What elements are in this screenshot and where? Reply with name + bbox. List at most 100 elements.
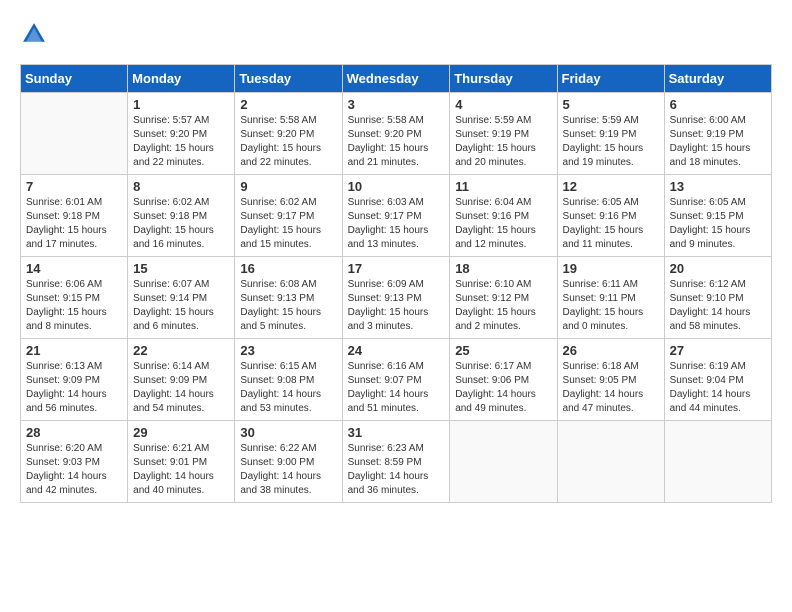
day-number: 17 xyxy=(348,261,445,276)
day-header-wednesday: Wednesday xyxy=(342,65,450,93)
day-number: 11 xyxy=(455,179,551,194)
calendar-cell: 10 Sunrise: 6:03 AM Sunset: 9:17 PM Dayli… xyxy=(342,175,450,257)
calendar-cell: 23 Sunrise: 6:15 AM Sunset: 9:08 PM Dayli… xyxy=(235,339,342,421)
calendar-cell: 20 Sunrise: 6:12 AM Sunset: 9:10 PM Dayli… xyxy=(664,257,771,339)
calendar-cell: 1 Sunrise: 5:57 AM Sunset: 9:20 PM Daylig… xyxy=(128,93,235,175)
day-info: Sunrise: 6:17 AM Sunset: 9:06 PM Dayligh… xyxy=(455,360,551,416)
calendar-cell: 25 Sunrise: 6:17 AM Sunset: 9:06 PM Dayli… xyxy=(450,339,557,421)
calendar-cell xyxy=(450,421,557,503)
calendar-cell: 13 Sunrise: 6:05 AM Sunset: 9:15 PM Dayli… xyxy=(664,175,771,257)
calendar-cell: 28 Sunrise: 6:20 AM Sunset: 9:03 PM Dayli… xyxy=(21,421,128,503)
day-info: Sunrise: 5:58 AM Sunset: 9:20 PM Dayligh… xyxy=(240,114,336,170)
day-number: 7 xyxy=(26,179,122,194)
day-info: Sunrise: 6:20 AM Sunset: 9:03 PM Dayligh… xyxy=(26,442,122,498)
calendar-week-4: 21Sunrise: 6:13 AM Sunset: 9:09 PM Dayli… xyxy=(21,339,772,421)
calendar-cell: 8 Sunrise: 6:02 AM Sunset: 9:18 PM Daylig… xyxy=(128,175,235,257)
calendar-cell: 5 Sunrise: 5:59 AM Sunset: 9:19 PM Daylig… xyxy=(557,93,664,175)
day-info: Sunrise: 5:57 AM Sunset: 9:20 PM Dayligh… xyxy=(133,114,229,170)
day-number: 1 xyxy=(133,97,229,112)
day-info: Sunrise: 6:13 AM Sunset: 9:09 PM Dayligh… xyxy=(26,360,122,416)
day-info: Sunrise: 6:05 AM Sunset: 9:15 PM Dayligh… xyxy=(670,196,766,252)
day-info: Sunrise: 6:06 AM Sunset: 9:15 PM Dayligh… xyxy=(26,278,122,334)
calendar-cell: 12 Sunrise: 6:05 AM Sunset: 9:16 PM Dayli… xyxy=(557,175,664,257)
logo xyxy=(20,20,52,48)
day-number: 19 xyxy=(563,261,659,276)
day-header-thursday: Thursday xyxy=(450,65,557,93)
day-info: Sunrise: 6:09 AM Sunset: 9:13 PM Dayligh… xyxy=(348,278,445,334)
day-number: 13 xyxy=(670,179,766,194)
day-number: 29 xyxy=(133,425,229,440)
calendar-cell xyxy=(21,93,128,175)
calendar-cell: 21Sunrise: 6:13 AM Sunset: 9:09 PM Dayli… xyxy=(21,339,128,421)
day-info: Sunrise: 6:14 AM Sunset: 9:09 PM Dayligh… xyxy=(133,360,229,416)
day-info: Sunrise: 6:03 AM Sunset: 9:17 PM Dayligh… xyxy=(348,196,445,252)
day-number: 6 xyxy=(670,97,766,112)
day-header-friday: Friday xyxy=(557,65,664,93)
day-info: Sunrise: 6:02 AM Sunset: 9:17 PM Dayligh… xyxy=(240,196,336,252)
day-number: 24 xyxy=(348,343,445,358)
day-header-sunday: Sunday xyxy=(21,65,128,93)
calendar-cell xyxy=(557,421,664,503)
page-header xyxy=(20,20,772,48)
calendar-table: SundayMondayTuesdayWednesdayThursdayFrid… xyxy=(20,64,772,503)
calendar-cell: 17 Sunrise: 6:09 AM Sunset: 9:13 PM Dayli… xyxy=(342,257,450,339)
day-number: 23 xyxy=(240,343,336,358)
calendar-cell: 29 Sunrise: 6:21 AM Sunset: 9:01 PM Dayli… xyxy=(128,421,235,503)
calendar-cell: 24 Sunrise: 6:16 AM Sunset: 9:07 PM Dayli… xyxy=(342,339,450,421)
day-info: Sunrise: 6:04 AM Sunset: 9:16 PM Dayligh… xyxy=(455,196,551,252)
day-number: 12 xyxy=(563,179,659,194)
day-number: 8 xyxy=(133,179,229,194)
calendar-cell: 15Sunrise: 6:07 AM Sunset: 9:14 PM Dayli… xyxy=(128,257,235,339)
day-number: 9 xyxy=(240,179,336,194)
day-number: 25 xyxy=(455,343,551,358)
day-info: Sunrise: 6:02 AM Sunset: 9:18 PM Dayligh… xyxy=(133,196,229,252)
day-info: Sunrise: 5:59 AM Sunset: 9:19 PM Dayligh… xyxy=(563,114,659,170)
calendar-cell: 4 Sunrise: 5:59 AM Sunset: 9:19 PM Daylig… xyxy=(450,93,557,175)
day-number: 2 xyxy=(240,97,336,112)
calendar-cell: 27Sunrise: 6:19 AM Sunset: 9:04 PM Dayli… xyxy=(664,339,771,421)
day-number: 30 xyxy=(240,425,336,440)
day-number: 28 xyxy=(26,425,122,440)
day-info: Sunrise: 6:18 AM Sunset: 9:05 PM Dayligh… xyxy=(563,360,659,416)
calendar-cell: 18 Sunrise: 6:10 AM Sunset: 9:12 PM Dayli… xyxy=(450,257,557,339)
day-info: Sunrise: 6:19 AM Sunset: 9:04 PM Dayligh… xyxy=(670,360,766,416)
day-info: Sunrise: 6:23 AM Sunset: 8:59 PM Dayligh… xyxy=(348,442,445,498)
calendar-cell: 16Sunrise: 6:08 AM Sunset: 9:13 PM Dayli… xyxy=(235,257,342,339)
calendar-cell: 31 Sunrise: 6:23 AM Sunset: 8:59 PM Dayli… xyxy=(342,421,450,503)
day-header-tuesday: Tuesday xyxy=(235,65,342,93)
day-info: Sunrise: 6:11 AM Sunset: 9:11 PM Dayligh… xyxy=(563,278,659,334)
day-info: Sunrise: 6:10 AM Sunset: 9:12 PM Dayligh… xyxy=(455,278,551,334)
day-info: Sunrise: 5:59 AM Sunset: 9:19 PM Dayligh… xyxy=(455,114,551,170)
calendar-week-2: 7 Sunrise: 6:01 AM Sunset: 9:18 PM Daylig… xyxy=(21,175,772,257)
calendar-cell: 11 Sunrise: 6:04 AM Sunset: 9:16 PM Dayli… xyxy=(450,175,557,257)
day-info: Sunrise: 6:15 AM Sunset: 9:08 PM Dayligh… xyxy=(240,360,336,416)
calendar-cell: 26Sunrise: 6:18 AM Sunset: 9:05 PM Dayli… xyxy=(557,339,664,421)
day-info: Sunrise: 6:05 AM Sunset: 9:16 PM Dayligh… xyxy=(563,196,659,252)
day-info: Sunrise: 6:16 AM Sunset: 9:07 PM Dayligh… xyxy=(348,360,445,416)
day-info: Sunrise: 6:01 AM Sunset: 9:18 PM Dayligh… xyxy=(26,196,122,252)
calendar-cell: 7 Sunrise: 6:01 AM Sunset: 9:18 PM Daylig… xyxy=(21,175,128,257)
day-number: 16 xyxy=(240,261,336,276)
calendar-cell: 14Sunrise: 6:06 AM Sunset: 9:15 PM Dayli… xyxy=(21,257,128,339)
day-number: 20 xyxy=(670,261,766,276)
calendar-cell: 3Sunrise: 5:58 AM Sunset: 9:20 PM Daylig… xyxy=(342,93,450,175)
day-number: 4 xyxy=(455,97,551,112)
calendar-week-5: 28 Sunrise: 6:20 AM Sunset: 9:03 PM Dayli… xyxy=(21,421,772,503)
day-info: Sunrise: 6:00 AM Sunset: 9:19 PM Dayligh… xyxy=(670,114,766,170)
day-info: Sunrise: 6:12 AM Sunset: 9:10 PM Dayligh… xyxy=(670,278,766,334)
day-info: Sunrise: 6:22 AM Sunset: 9:00 PM Dayligh… xyxy=(240,442,336,498)
day-number: 3 xyxy=(348,97,445,112)
day-number: 15 xyxy=(133,261,229,276)
calendar-week-3: 14Sunrise: 6:06 AM Sunset: 9:15 PM Dayli… xyxy=(21,257,772,339)
day-number: 5 xyxy=(563,97,659,112)
day-number: 31 xyxy=(348,425,445,440)
day-number: 10 xyxy=(348,179,445,194)
calendar-cell xyxy=(664,421,771,503)
calendar-cell: 6 Sunrise: 6:00 AM Sunset: 9:19 PM Daylig… xyxy=(664,93,771,175)
calendar-cell: 2 Sunrise: 5:58 AM Sunset: 9:20 PM Daylig… xyxy=(235,93,342,175)
day-info: Sunrise: 6:21 AM Sunset: 9:01 PM Dayligh… xyxy=(133,442,229,498)
calendar-cell: 9 Sunrise: 6:02 AM Sunset: 9:17 PM Daylig… xyxy=(235,175,342,257)
day-number: 18 xyxy=(455,261,551,276)
calendar-week-1: 1 Sunrise: 5:57 AM Sunset: 9:20 PM Daylig… xyxy=(21,93,772,175)
logo-icon xyxy=(20,20,48,48)
